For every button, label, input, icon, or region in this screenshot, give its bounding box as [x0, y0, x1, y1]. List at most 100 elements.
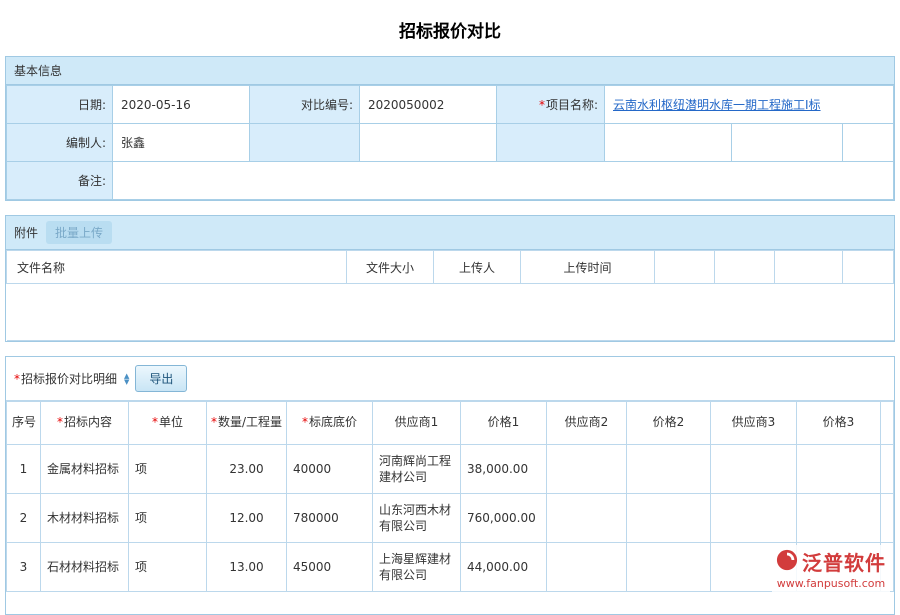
table-filler-row — [7, 592, 894, 615]
attachments-title: 附件 — [14, 224, 38, 241]
col-empty — [775, 251, 843, 284]
detail-header-row: 序号 *招标内容 *单位 *数量/工程量 *标底底价 供应商1 价格1 供应商2… — [7, 402, 894, 445]
detail-title: *招标报价对比明细 — [14, 370, 117, 387]
empty-label-cell — [497, 124, 605, 162]
form-row-3: 备注: — [7, 162, 894, 200]
cell-seq: 3 — [7, 543, 41, 592]
cell-filler — [881, 445, 894, 494]
cell-unit: 项 — [129, 445, 207, 494]
cell-seq: 2 — [7, 494, 41, 543]
col-quantity: *数量/工程量 — [207, 402, 287, 445]
project-name-link[interactable]: 云南水利枢纽潜明水库一期工程施工I标 — [613, 98, 821, 112]
cell-price-2 — [627, 445, 711, 494]
basic-info-header-bar: 基本信息 — [6, 57, 894, 85]
detail-section: *招标报价对比明细 ▲ ▼ 导出 序号 *招标内容 *单位 *数量/工程量 *标… — [5, 356, 895, 615]
cell-supplier-1: 河南辉尚工程建材公司 — [373, 445, 461, 494]
date-label: 日期: — [7, 86, 113, 124]
table-row: 2 木材材料招标 项 12.00 780000 山东河西木材有限公司 760,0… — [7, 494, 894, 543]
project-name-cell: 云南水利枢纽潜明水库一期工程施工I标 — [605, 86, 894, 124]
cell-base-price: 780000 — [287, 494, 373, 543]
cell-price-1: 38,000.00 — [461, 445, 547, 494]
col-uploader: 上传人 — [434, 251, 521, 284]
cell-supplier-3 — [711, 445, 797, 494]
form-row-1: 日期: 2020-05-16 对比编号: 2020050002 *项目名称: 云… — [7, 86, 894, 124]
cell-price-1: 760,000.00 — [461, 494, 547, 543]
empty-value-cell — [360, 124, 497, 162]
col-bid-content: *招标内容 — [41, 402, 129, 445]
cell-base-price: 40000 — [287, 445, 373, 494]
form-row-2: 编制人: 张鑫 — [7, 124, 894, 162]
detail-table: 序号 *招标内容 *单位 *数量/工程量 *标底底价 供应商1 价格1 供应商2… — [6, 401, 894, 614]
cell-unit: 项 — [129, 494, 207, 543]
col-empty — [655, 251, 715, 284]
col-file-name: 文件名称 — [7, 251, 347, 284]
basic-info-table: 日期: 2020-05-16 对比编号: 2020050002 *项目名称: 云… — [6, 85, 894, 200]
col-supplier-2: 供应商2 — [547, 402, 627, 445]
cell-supplier-3 — [711, 494, 797, 543]
author-label: 编制人: — [7, 124, 113, 162]
col-unit: *单位 — [129, 402, 207, 445]
sort-icon[interactable]: ▲ ▼ — [124, 373, 129, 385]
cell-seq: 1 — [7, 445, 41, 494]
detail-header-bar: *招标报价对比明细 ▲ ▼ 导出 — [6, 357, 894, 401]
cell-price-1: 44,000.00 — [461, 543, 547, 592]
vendor-name: 泛普软件 — [802, 547, 886, 576]
cell-price-2 — [627, 494, 711, 543]
remark-label: 备注: — [7, 162, 113, 200]
col-upload-time: 上传时间 — [521, 251, 655, 284]
cell-supplier-2 — [547, 494, 627, 543]
cell-price-3 — [797, 445, 881, 494]
cell-supplier-1: 山东河西木材有限公司 — [373, 494, 461, 543]
attachments-section: 附件 批量上传 文件名称 文件大小 上传人 上传时间 — [5, 215, 895, 342]
table-row: 1 金属材料招标 项 23.00 40000 河南辉尚工程建材公司 38,000… — [7, 445, 894, 494]
vendor-website-link[interactable]: www.fanpusoft.com — [776, 577, 886, 590]
cell-unit: 项 — [129, 543, 207, 592]
author-value: 张鑫 — [113, 124, 250, 162]
compare-no-label: 对比编号: — [250, 86, 360, 124]
col-empty — [715, 251, 775, 284]
batch-upload-button[interactable]: 批量上传 — [46, 221, 112, 244]
col-filler — [881, 402, 894, 445]
col-seq: 序号 — [7, 402, 41, 445]
attachments-empty-row — [7, 284, 894, 341]
cell-bid-content: 木材材料招标 — [41, 494, 129, 543]
compare-no-value: 2020050002 — [360, 86, 497, 124]
attachments-header-row: 文件名称 文件大小 上传人 上传时间 — [7, 251, 894, 284]
cell-filler — [881, 494, 894, 543]
col-file-size: 文件大小 — [347, 251, 434, 284]
vendor-watermark: 泛普软件 www.fanpusoft.com — [772, 545, 890, 592]
cell-quantity: 23.00 — [207, 445, 287, 494]
cell-bid-content: 金属材料招标 — [41, 445, 129, 494]
required-asterisk: * — [539, 98, 545, 112]
cell-price-3 — [797, 494, 881, 543]
attachments-table: 文件名称 文件大小 上传人 上传时间 — [6, 250, 894, 341]
col-price-3: 价格3 — [797, 402, 881, 445]
col-supplier-3: 供应商3 — [711, 402, 797, 445]
required-asterisk: * — [14, 372, 20, 386]
cell-supplier-1: 上海星辉建材有限公司 — [373, 543, 461, 592]
export-button[interactable]: 导出 — [135, 365, 187, 392]
cell-supplier-2 — [547, 543, 627, 592]
col-price-2: 价格2 — [627, 402, 711, 445]
empty-value-cell — [732, 124, 843, 162]
basic-info-section: 基本信息 日期: 2020-05-16 对比编号: 2020050002 *项目… — [5, 56, 895, 201]
table-row: 3 石材材料招标 项 13.00 45000 上海星辉建材有限公司 44,000… — [7, 543, 894, 592]
cell-quantity: 13.00 — [207, 543, 287, 592]
cell-base-price: 45000 — [287, 543, 373, 592]
remark-value — [113, 162, 894, 200]
col-price-1: 价格1 — [461, 402, 547, 445]
col-empty — [843, 251, 894, 284]
empty-value-cell — [843, 124, 894, 162]
fanpu-logo-icon — [776, 549, 798, 574]
attachments-header-bar: 附件 批量上传 — [6, 216, 894, 250]
cell-supplier-2 — [547, 445, 627, 494]
basic-info-title: 基本信息 — [14, 62, 62, 79]
empty-value-cell — [605, 124, 732, 162]
col-base-price: *标底底价 — [287, 402, 373, 445]
page-title: 招标报价对比 — [0, 0, 900, 56]
col-supplier-1: 供应商1 — [373, 402, 461, 445]
cell-bid-content: 石材材料招标 — [41, 543, 129, 592]
cell-quantity: 12.00 — [207, 494, 287, 543]
cell-price-2 — [627, 543, 711, 592]
project-name-label: *项目名称: — [497, 86, 605, 124]
